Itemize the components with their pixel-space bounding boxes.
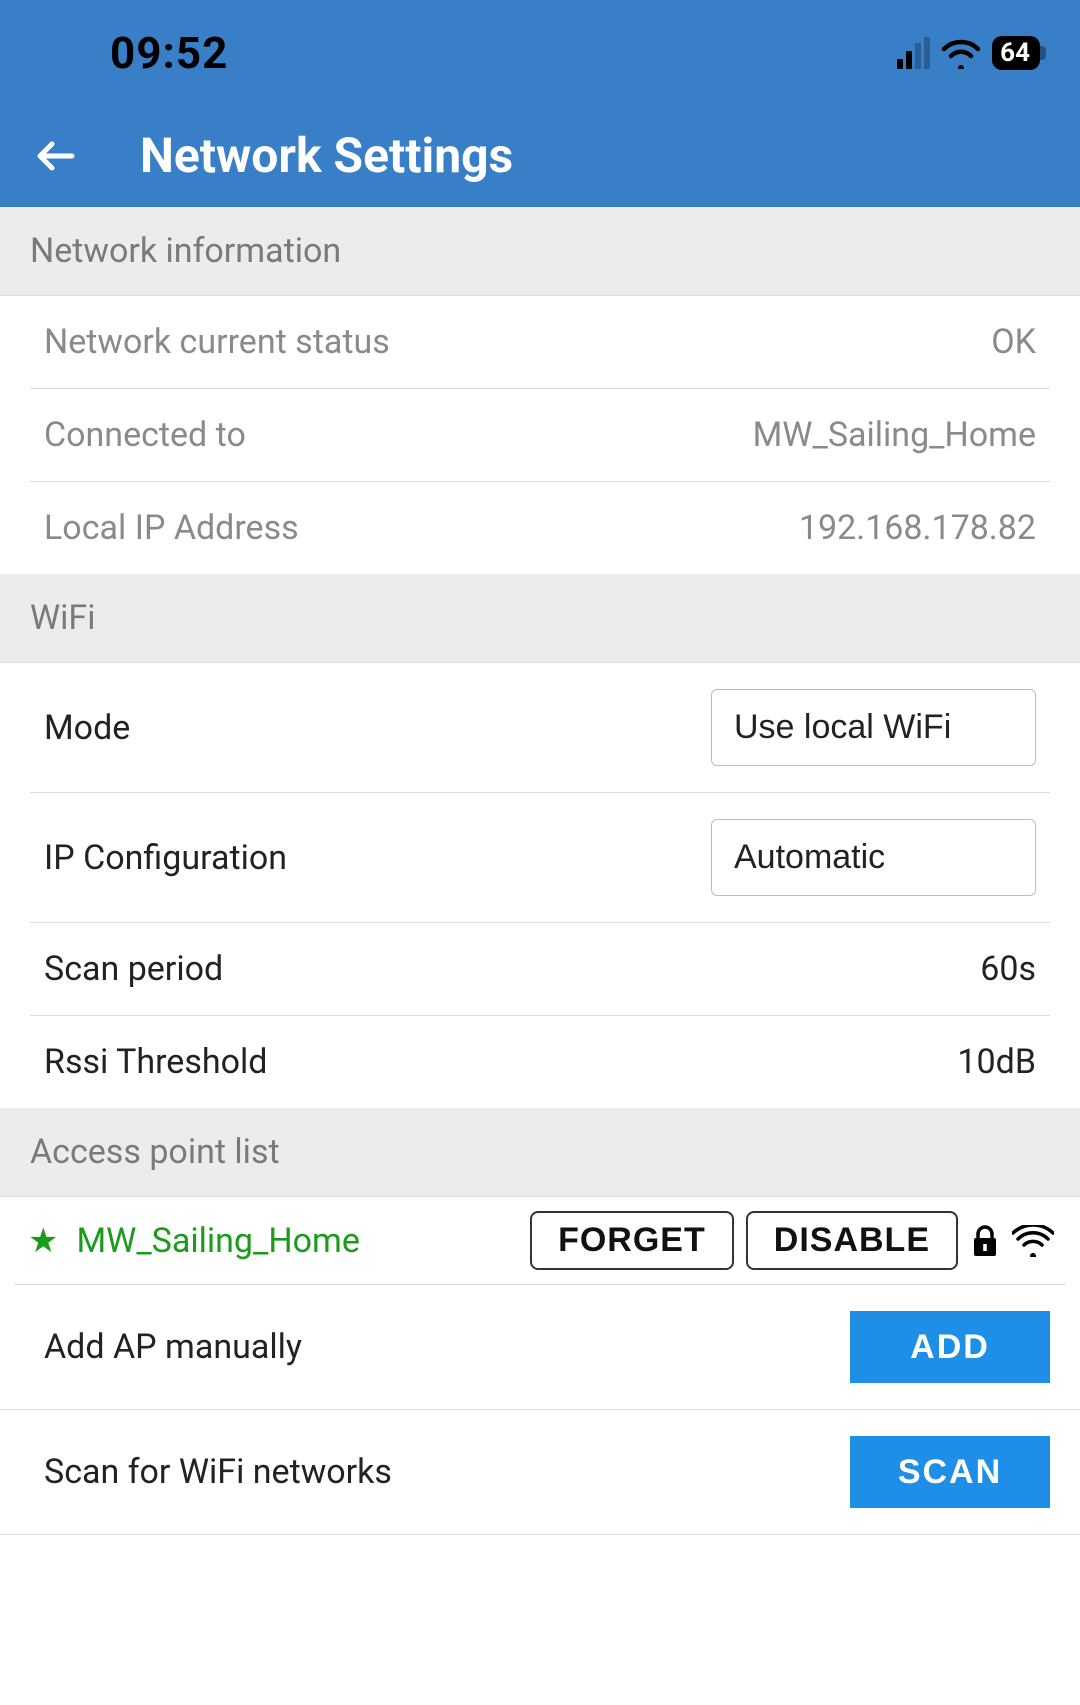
label-ip-config: IP Configuration <box>44 838 287 878</box>
row-mode: Mode Use local WiFi <box>30 663 1050 792</box>
row-scan-period[interactable]: Scan period 60s <box>30 922 1050 1015</box>
scan-button[interactable]: SCAN <box>850 1436 1050 1508</box>
disable-button[interactable]: DISABLE <box>746 1211 958 1270</box>
label-mode: Mode <box>44 708 130 748</box>
status-time: 09:52 <box>110 27 228 79</box>
page-title: Network Settings <box>140 127 513 184</box>
row-add-ap: Add AP manually ADD <box>0 1285 1080 1410</box>
row-local-ip: Local IP Address 192.168.178.82 <box>30 481 1050 574</box>
info-rows: Network current status OK Connected to M… <box>0 296 1080 574</box>
ip-config-select[interactable]: Automatic <box>711 819 1036 896</box>
wifi-signal-icon <box>1012 1225 1054 1257</box>
battery-icon: 64 <box>992 36 1040 70</box>
status-bar: 09:52 64 <box>0 0 1080 105</box>
value-scan-period: 60s <box>980 949 1036 989</box>
ap-name: MW_Sailing_Home <box>76 1221 359 1261</box>
wifi-icon <box>940 37 982 69</box>
value-network-status: OK <box>991 322 1036 362</box>
label-scan-wifi: Scan for WiFi networks <box>44 1452 392 1492</box>
lock-icon <box>970 1224 1000 1258</box>
section-header-ap: Access point list <box>0 1108 1080 1197</box>
label-local-ip: Local IP Address <box>44 508 299 548</box>
add-button[interactable]: ADD <box>850 1311 1050 1383</box>
label-add-ap: Add AP manually <box>44 1327 302 1367</box>
value-rssi: 10dB <box>957 1042 1036 1082</box>
label-scan-period: Scan period <box>44 949 223 989</box>
arrow-left-icon <box>32 132 80 180</box>
battery-level: 64 <box>1000 38 1030 68</box>
status-icons: 64 <box>897 36 1040 70</box>
section-header-wifi: WiFi <box>0 574 1080 663</box>
back-button[interactable] <box>32 132 80 180</box>
forget-button[interactable]: FORGET <box>530 1211 734 1270</box>
app-bar: Network Settings <box>0 105 1080 207</box>
ap-rows: ★ MW_Sailing_Home FORGET DISABLE Add AP … <box>0 1197 1080 1535</box>
label-network-status: Network current status <box>44 322 390 362</box>
section-header-info: Network information <box>0 207 1080 296</box>
mode-select[interactable]: Use local WiFi <box>711 689 1036 766</box>
wifi-rows: Mode Use local WiFi IP Configuration Aut… <box>0 663 1080 1108</box>
ap-item-current[interactable]: ★ MW_Sailing_Home FORGET DISABLE <box>14 1197 1066 1285</box>
label-connected-to: Connected to <box>44 415 246 455</box>
value-connected-to: MW_Sailing_Home <box>753 415 1036 455</box>
cellular-icon <box>897 37 930 69</box>
row-connected-to: Connected to MW_Sailing_Home <box>30 388 1050 481</box>
row-ip-config: IP Configuration Automatic <box>30 792 1050 922</box>
value-local-ip: 192.168.178.82 <box>799 508 1036 548</box>
star-icon: ★ <box>28 1221 58 1261</box>
row-rssi-threshold[interactable]: Rssi Threshold 10dB <box>30 1015 1050 1108</box>
row-scan-wifi: Scan for WiFi networks SCAN <box>0 1410 1080 1535</box>
row-network-status: Network current status OK <box>30 296 1050 388</box>
label-rssi: Rssi Threshold <box>44 1042 267 1082</box>
